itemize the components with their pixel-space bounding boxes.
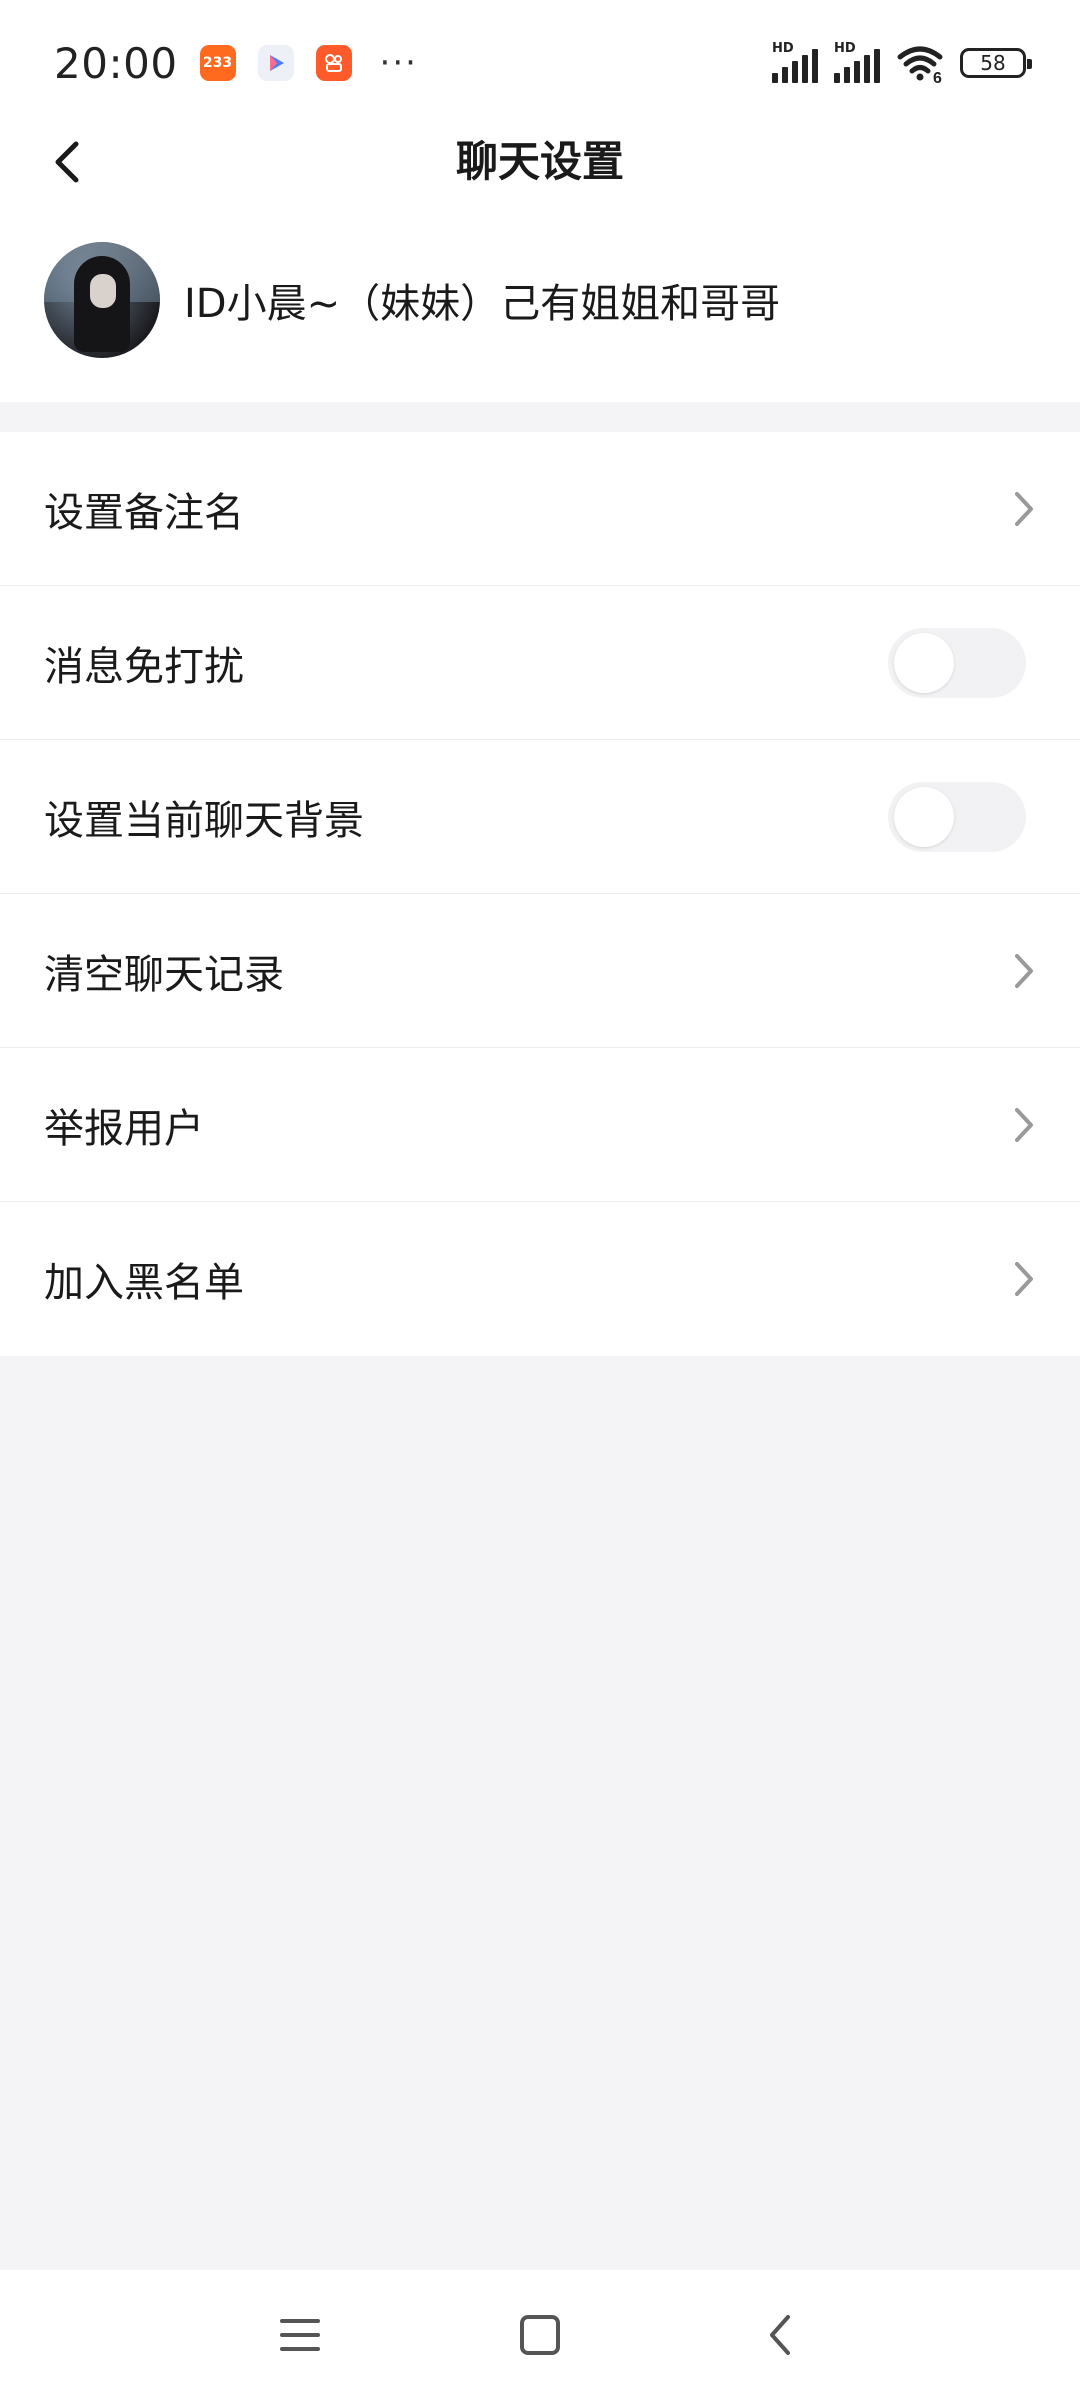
toggle-knob xyxy=(894,632,954,693)
setting-blacklist[interactable]: 加入黑名单 xyxy=(0,1202,1080,1356)
avatar[interactable] xyxy=(44,242,160,358)
battery-level: 58 xyxy=(980,51,1006,75)
wifi-6-label: 6 xyxy=(933,70,942,83)
setting-label: 设置当前聊天背景 xyxy=(44,797,364,844)
setting-label: 设置备注名 xyxy=(44,489,244,536)
clock: 20:00 xyxy=(54,38,178,88)
wifi-icon: 6 xyxy=(897,46,943,83)
signal-icon-2: HD xyxy=(834,41,880,83)
app-233-icon: 233 xyxy=(199,45,236,81)
setting-label: 举报用户 xyxy=(44,1105,204,1152)
chevron-right-icon xyxy=(1004,489,1044,529)
setting-label: 加入黑名单 xyxy=(44,1260,244,1306)
status-right: HD HD 6 58 xyxy=(772,41,1032,83)
settings-list: 设置备注名 消息免打扰 设置当前聊天背景 清空聊天记录 举报用户 加入黑名单 xyxy=(0,432,1080,1356)
kuaishou-icon xyxy=(315,45,352,81)
signal-hd-label: HD xyxy=(772,41,794,56)
chevron-right-icon xyxy=(1004,1259,1044,1299)
setting-report-user[interactable]: 举报用户 xyxy=(0,1048,1080,1202)
status-bar: 20:00 233 ··· HD HD 6 58 xyxy=(0,0,1080,126)
signal-hd-label-2: HD xyxy=(834,41,856,56)
chevron-right-icon xyxy=(1004,951,1044,991)
status-left: 20:00 233 ··· xyxy=(54,39,418,88)
toggle-knob xyxy=(894,786,954,847)
system-nav-bar xyxy=(0,2270,1080,2400)
back-icon xyxy=(770,2315,790,2355)
profile-row[interactable]: ID小晨~（妹妹）己有姐姐和哥哥 xyxy=(0,198,1080,402)
more-notifications-icon: ··· xyxy=(379,43,418,83)
chevron-left-icon xyxy=(55,141,79,183)
back-button[interactable] xyxy=(40,126,96,198)
nav-back-button[interactable] xyxy=(750,2305,810,2365)
setting-chat-background: 设置当前聊天背景 xyxy=(0,740,1080,894)
home-icon xyxy=(520,2315,560,2355)
home-button[interactable] xyxy=(510,2305,570,2365)
setting-clear-history[interactable]: 清空聊天记录 xyxy=(0,894,1080,1048)
signal-icon: HD xyxy=(772,41,818,83)
setting-label: 消息免打扰 xyxy=(44,643,244,690)
page-title: 聊天设置 xyxy=(455,137,624,186)
header: 聊天设置 xyxy=(0,126,1080,198)
video-play-icon xyxy=(257,45,294,81)
chat-settings-screen: 20:00 233 ··· HD HD 6 58 聊天设置 ID小晨~（妹妹）己… xyxy=(0,0,1080,2400)
setting-remark-name[interactable]: 设置备注名 xyxy=(0,432,1080,586)
battery-icon: 58 xyxy=(960,48,1032,78)
setting-label: 清空聊天记录 xyxy=(44,951,284,998)
profile-name: ID小晨~（妹妹）己有姐姐和哥哥 xyxy=(184,281,781,327)
setting-do-not-disturb: 消息免打扰 xyxy=(0,586,1080,740)
chevron-right-icon xyxy=(1004,1105,1044,1145)
menu-button[interactable] xyxy=(270,2305,330,2365)
do-not-disturb-toggle[interactable] xyxy=(888,627,1026,698)
menu-icon xyxy=(280,2319,320,2351)
chat-background-toggle[interactable] xyxy=(888,781,1026,852)
